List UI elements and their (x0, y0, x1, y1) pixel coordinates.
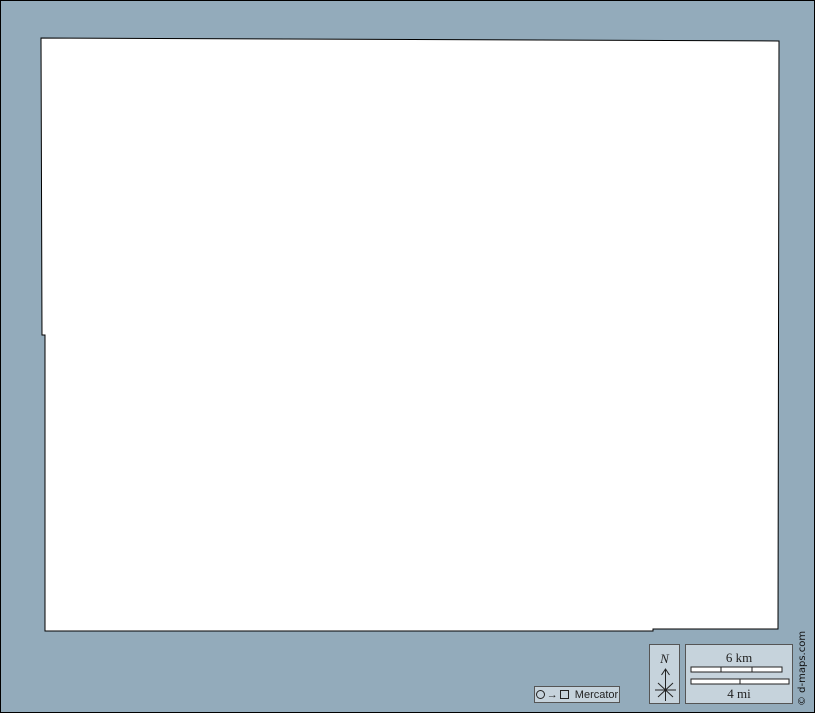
scale-bar: 6 km 4 mi (685, 644, 793, 704)
map-frame: → Mercator N 6 km 4 mi © d-maps.com (0, 0, 815, 713)
compass-icon (655, 668, 676, 701)
scale-mi-label: 4 mi (727, 686, 751, 701)
projection-arrow: → (546, 688, 558, 701)
square-icon (559, 690, 569, 699)
circle-icon (535, 690, 545, 699)
projection-name: Mercator (574, 688, 619, 701)
projection-label: → Mercator (534, 686, 620, 703)
map-canvas (40, 37, 780, 632)
county-area (40, 37, 780, 632)
credit-text: © d-maps.com (797, 630, 808, 706)
north-arrow: N (649, 644, 680, 704)
